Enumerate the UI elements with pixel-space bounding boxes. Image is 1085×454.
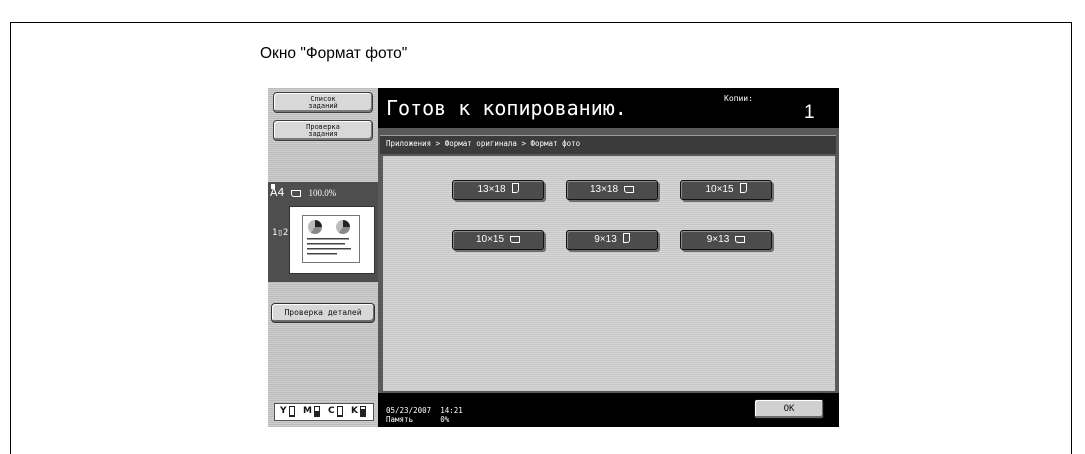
date-memory-status: 05/23/2007 14:21 Память 0% (386, 406, 463, 424)
format-label: 10×15 (475, 234, 505, 245)
format-label: 9×13 (706, 234, 730, 245)
job-list-label-2: заданий (308, 102, 338, 110)
toner-bar-m (314, 406, 320, 417)
preview-page (302, 215, 360, 263)
format-label: 9×13 (594, 234, 617, 245)
header-bar: Готов к копированию. Копии: 1 (378, 88, 839, 128)
footer-bar: 05/23/2007 14:21 Память 0% OK (378, 393, 839, 427)
breadcrumb: Приложения > Формат оригинала > Формат ф… (380, 135, 836, 154)
time: 14:21 (440, 406, 463, 415)
ok-button[interactable]: OK (754, 399, 824, 419)
format-13x18-landscape-button[interactable]: 13×18 (566, 180, 658, 200)
zoom-ratio: 100.0% (308, 188, 337, 198)
landscape-paper-icon (735, 236, 746, 243)
date: 05/23/2007 (386, 406, 432, 415)
portrait-paper-icon (739, 183, 747, 193)
paper-status: A4 100.0% (270, 186, 336, 199)
format-10x15-landscape-button[interactable]: 10×15 (452, 230, 544, 250)
pie-chart-icon (308, 220, 322, 234)
format-10x15-portrait-button[interactable]: 10×15 (680, 180, 772, 200)
format-label: 13×18 (589, 184, 619, 195)
format-9x13-portrait-button[interactable]: 9×13 (566, 230, 658, 250)
duplex-indicator: 1▯2 (272, 228, 289, 238)
memory-label: Память (386, 415, 414, 424)
format-panel: 13×18 13×18 10×15 10×15 9×13 9×13 (383, 156, 835, 391)
toner-letter: Y (280, 406, 287, 416)
format-label: 10×15 (705, 184, 734, 195)
check-details-button[interactable]: Проверка деталей (271, 303, 375, 323)
portrait-paper-icon (622, 233, 630, 243)
toner-letter: C (328, 406, 335, 416)
paper-size: A4 (270, 186, 285, 199)
check-job-button[interactable]: Проверка задания (273, 120, 373, 141)
portrait-paper-icon (511, 183, 519, 193)
toner-letter: K (351, 406, 358, 416)
landscape-paper-icon (510, 236, 521, 243)
copier-screen: Список заданий Проверка задания A4 100.0%… (268, 88, 839, 427)
format-13x18-portrait-button[interactable]: 13×18 (452, 180, 544, 200)
toner-levels: Y M C K (274, 403, 374, 421)
check-job-label-2: задания (308, 130, 338, 138)
figure-caption: Окно "Формат фото" (260, 45, 408, 62)
job-list-button[interactable]: Список заданий (273, 92, 373, 113)
toner-bar-c (337, 406, 343, 417)
toner-bar-k (360, 406, 366, 417)
pie-chart-icon (336, 220, 350, 234)
text-lines-icon (307, 238, 351, 255)
copies-count: 1 (804, 102, 815, 123)
landscape-paper-icon (290, 190, 301, 197)
breadcrumb-text: Приложения > Формат оригинала > Формат ф… (386, 139, 581, 148)
format-label: 13×18 (477, 184, 506, 195)
format-9x13-landscape-button[interactable]: 9×13 (680, 230, 772, 250)
original-preview (289, 206, 375, 274)
toner-bar-y (289, 406, 295, 417)
left-panel: Список заданий Проверка задания A4 100.0%… (268, 88, 378, 427)
toner-letter: M (303, 406, 312, 416)
landscape-paper-icon (624, 186, 635, 193)
memory-value: 0% (440, 415, 450, 424)
copies-label: Копии: (724, 94, 753, 103)
status-message: Готов к копированию. (386, 96, 627, 120)
